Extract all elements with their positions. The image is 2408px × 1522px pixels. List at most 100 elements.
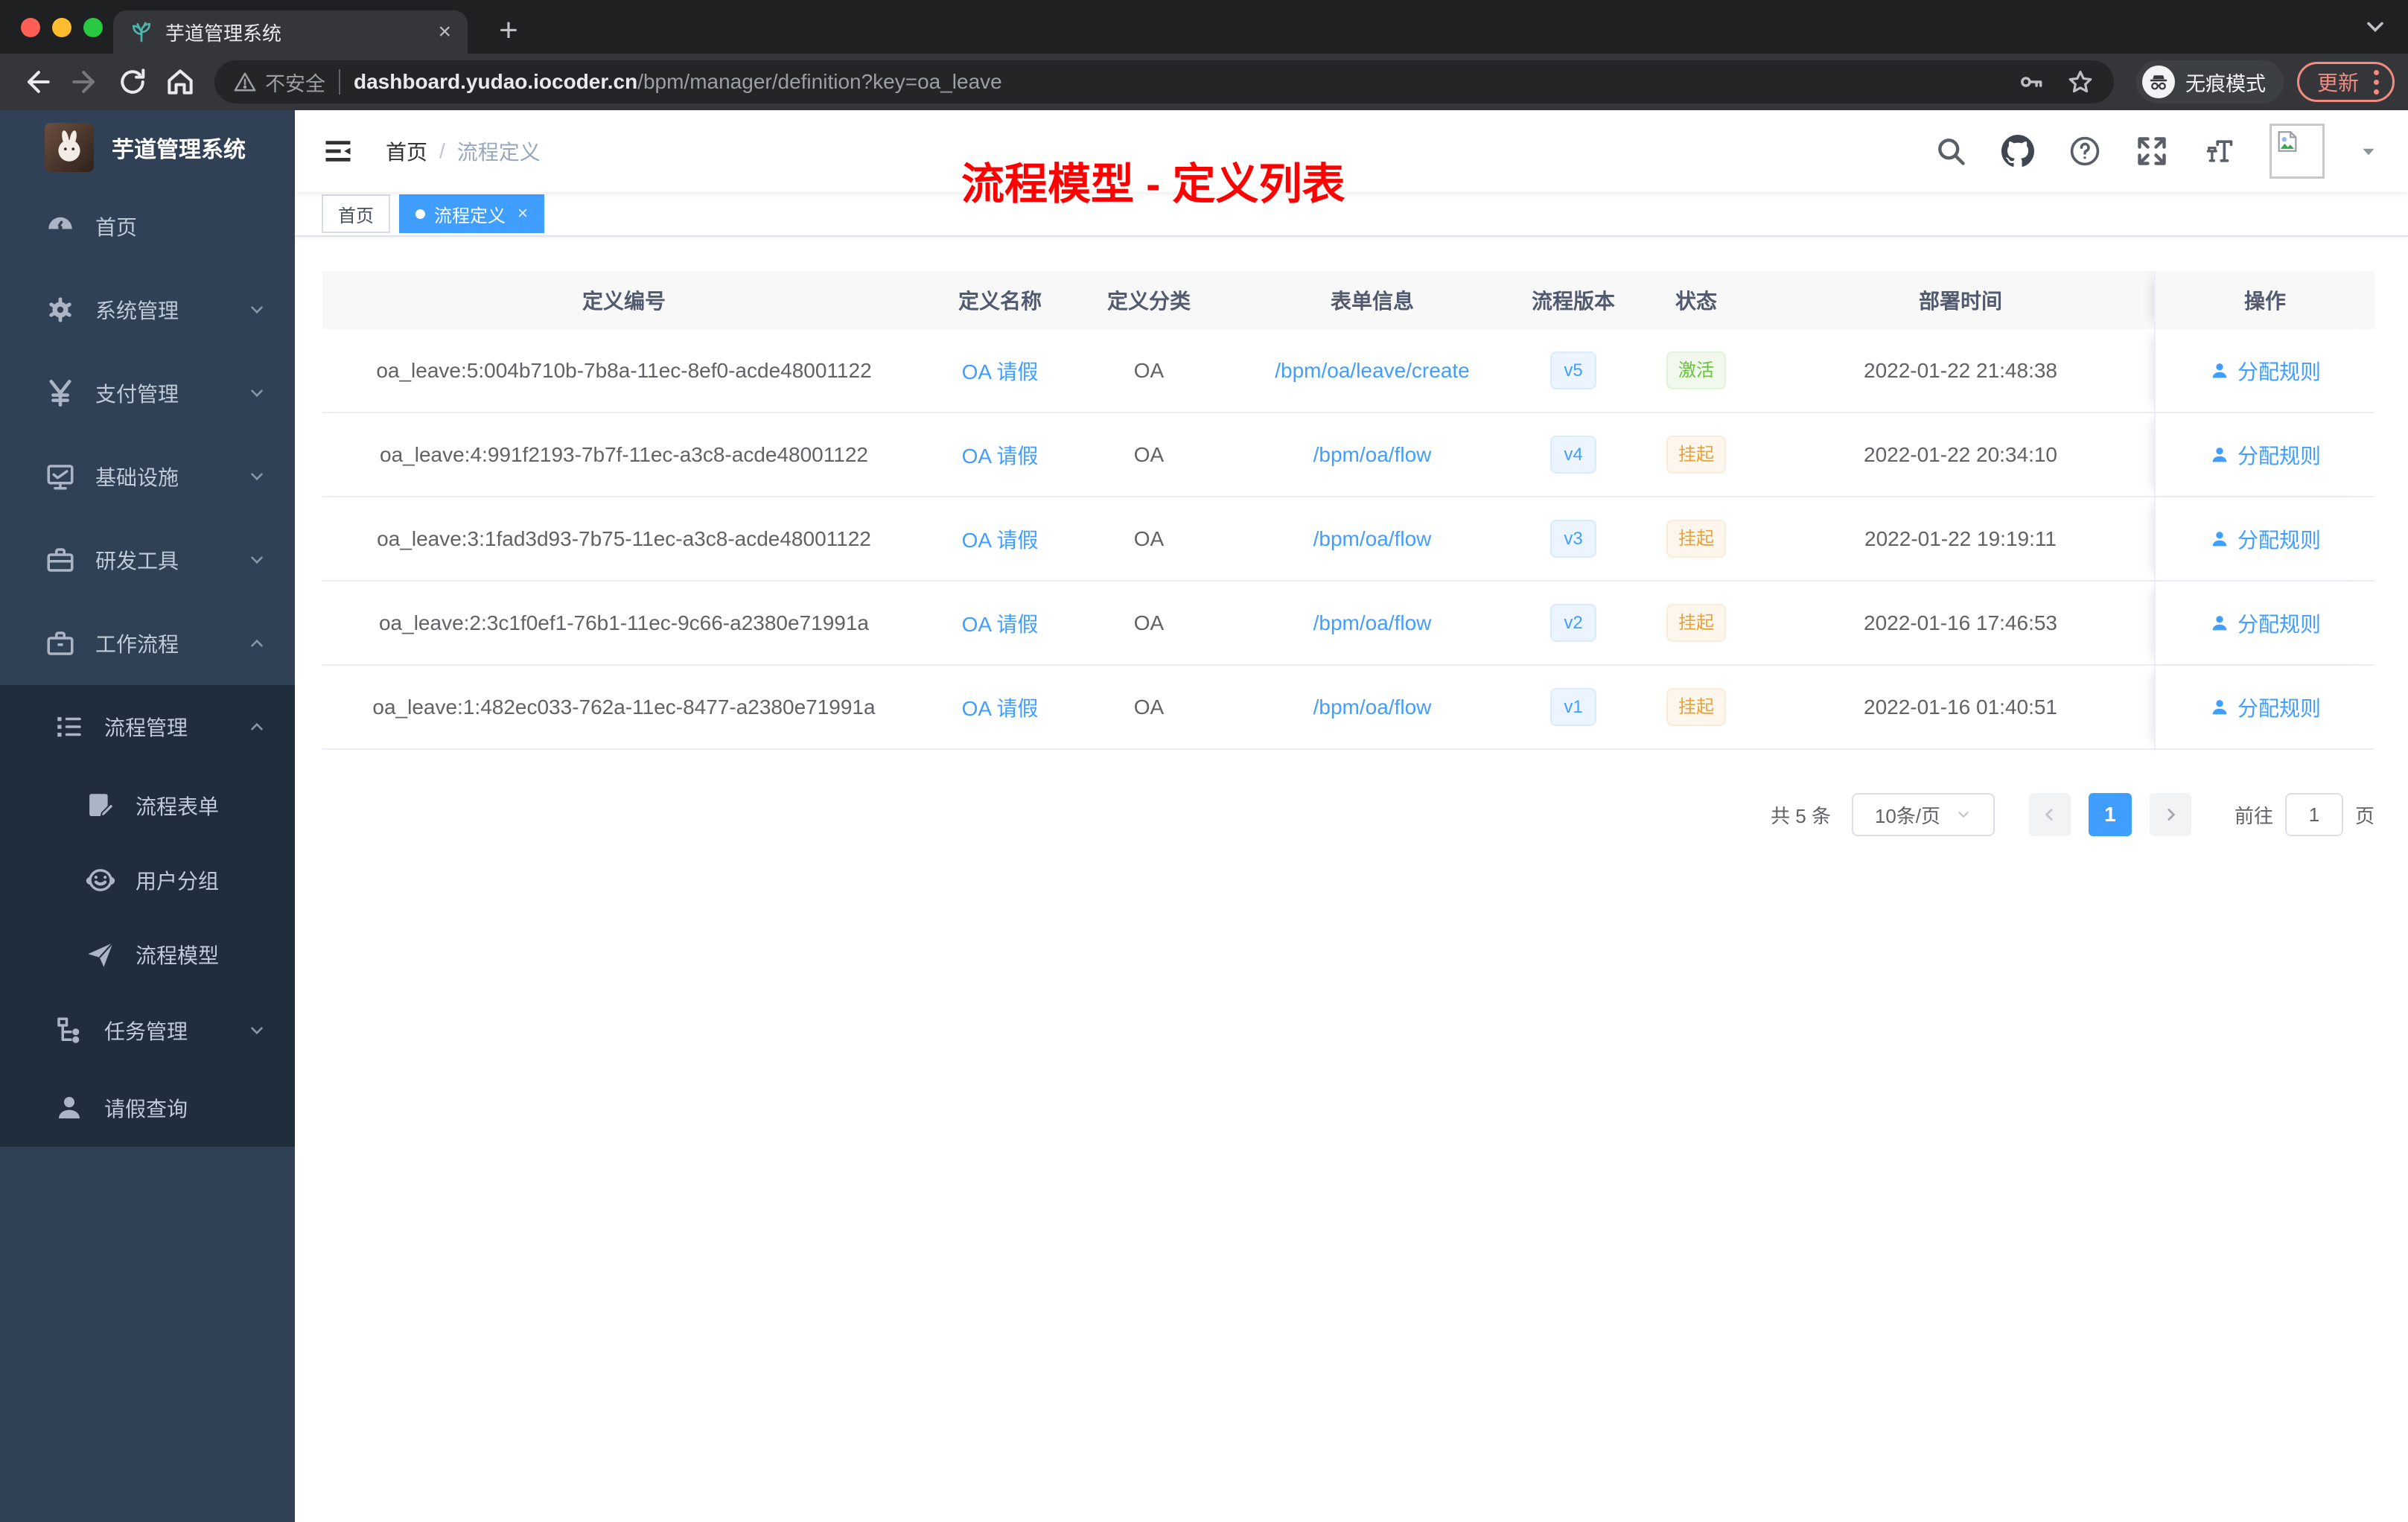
page-number-1[interactable]: 1: [2088, 793, 2132, 836]
definition-category: OA: [1133, 526, 1165, 550]
person-icon: [2212, 699, 2227, 714]
close-window-button[interactable]: [21, 18, 40, 37]
breadcrumb: 首页 / 流程定义: [386, 136, 541, 166]
help-icon[interactable]: [2068, 135, 2101, 168]
broken-image-icon: [2278, 131, 2297, 152]
sidebar-item-system[interactable]: 系统管理: [0, 268, 295, 351]
definition-table: 定义编号 定义名称 定义分类 表单信息 流程版本 状态 部署时间 操作 oa_l…: [322, 271, 2374, 750]
assign-rule-action[interactable]: 分配规则: [2154, 413, 2374, 496]
user-group-icon: [86, 869, 115, 891]
sidebar-item-leave-query[interactable]: 请假查询: [0, 1069, 295, 1147]
chevron-down-icon: [251, 1027, 263, 1035]
pagination: 共 5 条 10条/页 1 前往 页: [322, 793, 2374, 836]
form-edit-icon: [89, 794, 115, 818]
password-key-icon[interactable]: [2017, 68, 2045, 96]
assign-rule-action[interactable]: 分配规则: [2154, 666, 2374, 748]
incognito-label: 无痕模式: [2185, 72, 2266, 95]
form-link[interactable]: /bpm/oa/flow: [1223, 695, 1521, 719]
form-link[interactable]: /bpm/oa/flow: [1223, 527, 1521, 551]
prev-page-button[interactable]: [2028, 793, 2071, 836]
page-content: 定义编号 定义名称 定义分类 表单信息 流程版本 状态 部署时间 操作 oa_l…: [295, 237, 2408, 1522]
tab-search-chevron-icon[interactable]: [2362, 13, 2389, 40]
status-badge: 激活: [1666, 351, 1726, 390]
chevron-down-icon: [251, 473, 263, 481]
minimize-window-button[interactable]: [52, 18, 71, 37]
breadcrumb-home[interactable]: 首页: [386, 136, 427, 166]
active-dot: [415, 208, 425, 219]
gear-icon: [49, 297, 71, 322]
sidebar-item-task-management[interactable]: 任务管理: [0, 992, 295, 1069]
definition-name-link[interactable]: OA 请假: [926, 356, 1074, 386]
form-link[interactable]: /bpm/oa/flow: [1223, 443, 1521, 467]
font-size-icon[interactable]: [2202, 135, 2235, 168]
assign-rule-action[interactable]: 分配规则: [2154, 497, 2374, 580]
back-icon[interactable]: [21, 66, 54, 98]
form-link[interactable]: /bpm/oa/leave/create: [1223, 359, 1521, 383]
definition-id: oa_leave:2:3c1f0ef1-76b1-11ec-9c66-a2380…: [378, 611, 869, 634]
security-label[interactable]: 不安全: [265, 68, 325, 97]
incognito-icon: [2141, 66, 2175, 98]
fullscreen-icon[interactable]: [2135, 135, 2168, 168]
goto-label: 前往: [2234, 804, 2273, 827]
definition-category: OA: [1133, 611, 1165, 634]
sidebar-item-infrastructure[interactable]: 基础设施: [0, 435, 295, 518]
github-icon[interactable]: [2001, 135, 2034, 168]
search-icon[interactable]: [1934, 135, 1967, 168]
sidebar-item-home[interactable]: 首页: [0, 185, 295, 268]
browser-tab[interactable]: 芋道管理系统 ×: [113, 10, 468, 54]
definition-id: oa_leave:3:1fad3d93-7b75-11ec-a3c8-acde4…: [377, 526, 871, 550]
page-size-select[interactable]: 10条/页: [1851, 793, 1995, 836]
browser-menu-icon[interactable]: [2374, 69, 2379, 95]
tag-home[interactable]: 首页: [322, 194, 390, 233]
not-secure-warning-icon[interactable]: [234, 71, 256, 93]
definition-name-link[interactable]: OA 请假: [926, 440, 1074, 470]
sidebar-item-process-model[interactable]: 流程模型: [0, 917, 295, 992]
sidebar-logo: 芋道管理系统: [0, 110, 295, 185]
definition-id: oa_leave:1:482ec033-762a-11ec-8477-a2380…: [372, 695, 876, 719]
tree-icon: [57, 1017, 80, 1043]
dashboard-icon: [48, 217, 72, 230]
sidebar-item-process-management[interactable]: 流程管理: [0, 685, 295, 768]
url-text[interactable]: dashboard.yudao.iocoder.cn/bpm/manager/d…: [354, 70, 2002, 94]
user-avatar[interactable]: [2270, 124, 2325, 179]
sidebar-item-dev-tools[interactable]: 研发工具: [0, 518, 295, 602]
breadcrumb-separator: /: [439, 139, 445, 162]
update-label[interactable]: 更新: [2317, 67, 2359, 97]
sidebar-item-process-form[interactable]: 流程表单: [0, 768, 295, 843]
definition-name-link[interactable]: OA 请假: [926, 692, 1074, 722]
bookmark-star-icon[interactable]: [2066, 68, 2095, 96]
definition-name-link[interactable]: OA 请假: [926, 608, 1074, 638]
sidebar-item-user-group[interactable]: 用户分组: [0, 843, 295, 917]
tab-close-icon[interactable]: ×: [438, 21, 451, 43]
assign-rule-action[interactable]: 分配规则: [2154, 582, 2374, 664]
app-title: 芋道管理系统: [112, 138, 246, 162]
goto-page-input[interactable]: [2284, 793, 2343, 836]
definition-category: OA: [1133, 358, 1165, 382]
reload-icon[interactable]: [116, 66, 149, 98]
sidebar-fold-icon[interactable]: [322, 135, 354, 168]
sidebar-item-workflow[interactable]: 工作流程: [0, 602, 295, 685]
person-icon: [59, 1097, 80, 1118]
person-icon: [2212, 363, 2227, 378]
navbar-actions: [1934, 124, 2378, 179]
new-tab-button[interactable]: +: [490, 13, 527, 51]
table-row: oa_leave:4:991f2193-7b7f-11ec-a3c8-acde4…: [322, 413, 2374, 497]
caret-down-icon[interactable]: [2359, 141, 2378, 161]
deploy-time: 2022-01-16 17:46:53: [1864, 611, 2057, 634]
home-icon[interactable]: [164, 66, 197, 98]
definition-name-link[interactable]: OA 请假: [926, 524, 1074, 554]
assign-rule-action[interactable]: 分配规则: [2154, 329, 2374, 412]
version-badge: v4: [1550, 435, 1596, 474]
person-icon: [2212, 447, 2227, 462]
sidebar-item-payment[interactable]: 支付管理: [0, 351, 295, 435]
tag-close-icon[interactable]: ×: [517, 203, 528, 224]
tag-process-definition[interactable]: 流程定义 ×: [399, 194, 545, 233]
browser-toolbar: 不安全 dashboard.yudao.iocoder.cn/bpm/manag…: [0, 54, 2408, 110]
next-page-button[interactable]: [2149, 793, 2191, 836]
address-bar[interactable]: 不安全 dashboard.yudao.iocoder.cn/bpm/manag…: [214, 60, 2114, 104]
version-badge: v2: [1550, 603, 1596, 643]
form-link[interactable]: /bpm/oa/flow: [1223, 611, 1521, 635]
chrome-update-button[interactable]: 更新: [2296, 62, 2395, 102]
zoom-window-button[interactable]: [83, 18, 103, 37]
forward-icon[interactable]: [69, 66, 101, 98]
